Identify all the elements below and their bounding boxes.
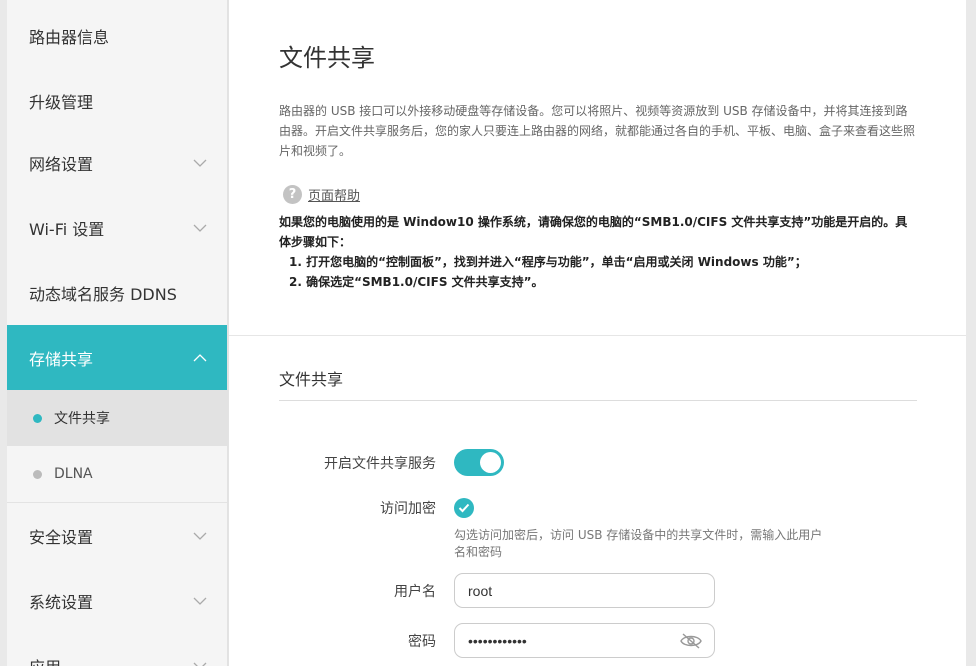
sidebar-item-label: 安全设置 [29, 527, 94, 547]
page-title: 文件共享 [279, 44, 375, 72]
file-share-settings: 文件共享 开启文件共享服务 访问加密 勾选访问加密后，访问 USB 存储设备中的… [229, 336, 966, 658]
chevron-down-icon [193, 156, 207, 170]
sidebar-item-wifi[interactable]: Wi-Fi 设置 [7, 195, 227, 260]
help-row: ? 页面帮助 [279, 185, 916, 204]
sidebar-item-ddns[interactable]: 动态域名服务 DDNS [7, 260, 227, 325]
sidebar-item-label: 升级管理 [29, 93, 94, 112]
sidebar-item-label: 系统设置 [29, 592, 94, 612]
bullet-dot [33, 469, 42, 479]
sidebar: 路由器信息 升级管理 网络设置 Wi-Fi 设置 动态域名服务 DDNS 存储共… [7, 0, 228, 666]
check-icon[interactable] [454, 498, 474, 518]
chevron-up-icon [193, 351, 207, 365]
chevron-down-icon [193, 529, 207, 543]
encrypt-row: 访问加密 [279, 498, 916, 518]
username-label: 用户名 [394, 583, 436, 600]
sidebar-item-storage[interactable]: 存储共享 [7, 325, 227, 390]
chevron-down-icon [193, 594, 207, 608]
sidebar-item-label: 网络设置 [29, 154, 94, 174]
note-step: 1. 打开您电脑的“控制面板”，找到并进入“程序与功能”，单击“启用或关闭 Wi… [289, 255, 807, 269]
username-value: root [468, 582, 493, 599]
sidebar-subitem-dlna[interactable]: DLNA [7, 446, 227, 502]
password-value: •••••••••••• [468, 632, 527, 649]
enable-label: 开启文件共享服务 [324, 455, 436, 472]
sidebar-item-label: 存储共享 [29, 349, 94, 369]
password-input[interactable]: •••••••••••• [454, 623, 715, 658]
chevron-down-icon [193, 659, 207, 666]
sidebar-item-security[interactable]: 安全设置 [7, 503, 227, 568]
username-row: 用户名 root [279, 573, 916, 608]
sidebar-subitem-file-share[interactable]: 文件共享 [7, 390, 227, 446]
section-title: 文件共享 [279, 366, 917, 401]
sidebar-item-label: 路由器信息 [29, 28, 110, 47]
sidebar-item-network[interactable]: 网络设置 [7, 130, 227, 195]
page-description: 路由器的 USB 接口可以外接移动硬盘等存储设备。您可以将照片、视频等资源放到 … [279, 104, 916, 158]
sidebar-subitem-label: DLNA [54, 466, 93, 482]
sidebar-item-upgrade[interactable]: 升级管理 [7, 72, 227, 130]
main-content: 文件共享 路由器的 USB 接口可以外接移动硬盘等存储设备。您可以将照片、视频等… [228, 0, 966, 666]
username-input[interactable]: root [454, 573, 715, 608]
windows-note: 如果您的电脑使用的是 Window10 操作系统，请确保您的电脑的“SMB1.0… [279, 212, 919, 292]
toggle-knob [480, 452, 501, 473]
password-row: 密码 •••••••••••• [279, 623, 916, 658]
sidebar-item-system[interactable]: 系统设置 [7, 568, 227, 633]
sidebar-item-label: Wi-Fi 设置 [29, 219, 105, 239]
note-text: 如果您的电脑使用的是 Window10 操作系统，请确保您的电脑的“SMB1.0… [279, 215, 908, 249]
help-link[interactable]: 页面帮助 [308, 185, 360, 204]
chevron-down-icon [193, 221, 207, 235]
encrypt-hint: 勾选访问加密后，访问 USB 存储设备中的共享文件时，需输入此用户名和密码 [454, 528, 823, 559]
eye-off-icon[interactable] [680, 632, 702, 650]
help-icon[interactable]: ? [283, 185, 302, 204]
sidebar-item-apps[interactable]: 应用 [7, 633, 227, 666]
bullet-dot [33, 413, 42, 423]
sidebar-subitem-label: 文件共享 [54, 411, 110, 427]
enable-toggle[interactable] [454, 449, 504, 476]
sidebar-item-label: 动态域名服务 DDNS [29, 284, 177, 304]
password-label: 密码 [408, 633, 436, 650]
sidebar-item-router-info[interactable]: 路由器信息 [7, 0, 227, 72]
sidebar-item-label: 应用 [29, 654, 61, 666]
encrypt-label: 访问加密 [380, 501, 436, 517]
intro-panel: 文件共享 路由器的 USB 接口可以外接移动硬盘等存储设备。您可以将照片、视频等… [229, 0, 966, 336]
enable-row: 开启文件共享服务 [279, 449, 916, 476]
note-step: 2. 确保选定“SMB1.0/CIFS 文件共享支持”。 [289, 275, 544, 289]
